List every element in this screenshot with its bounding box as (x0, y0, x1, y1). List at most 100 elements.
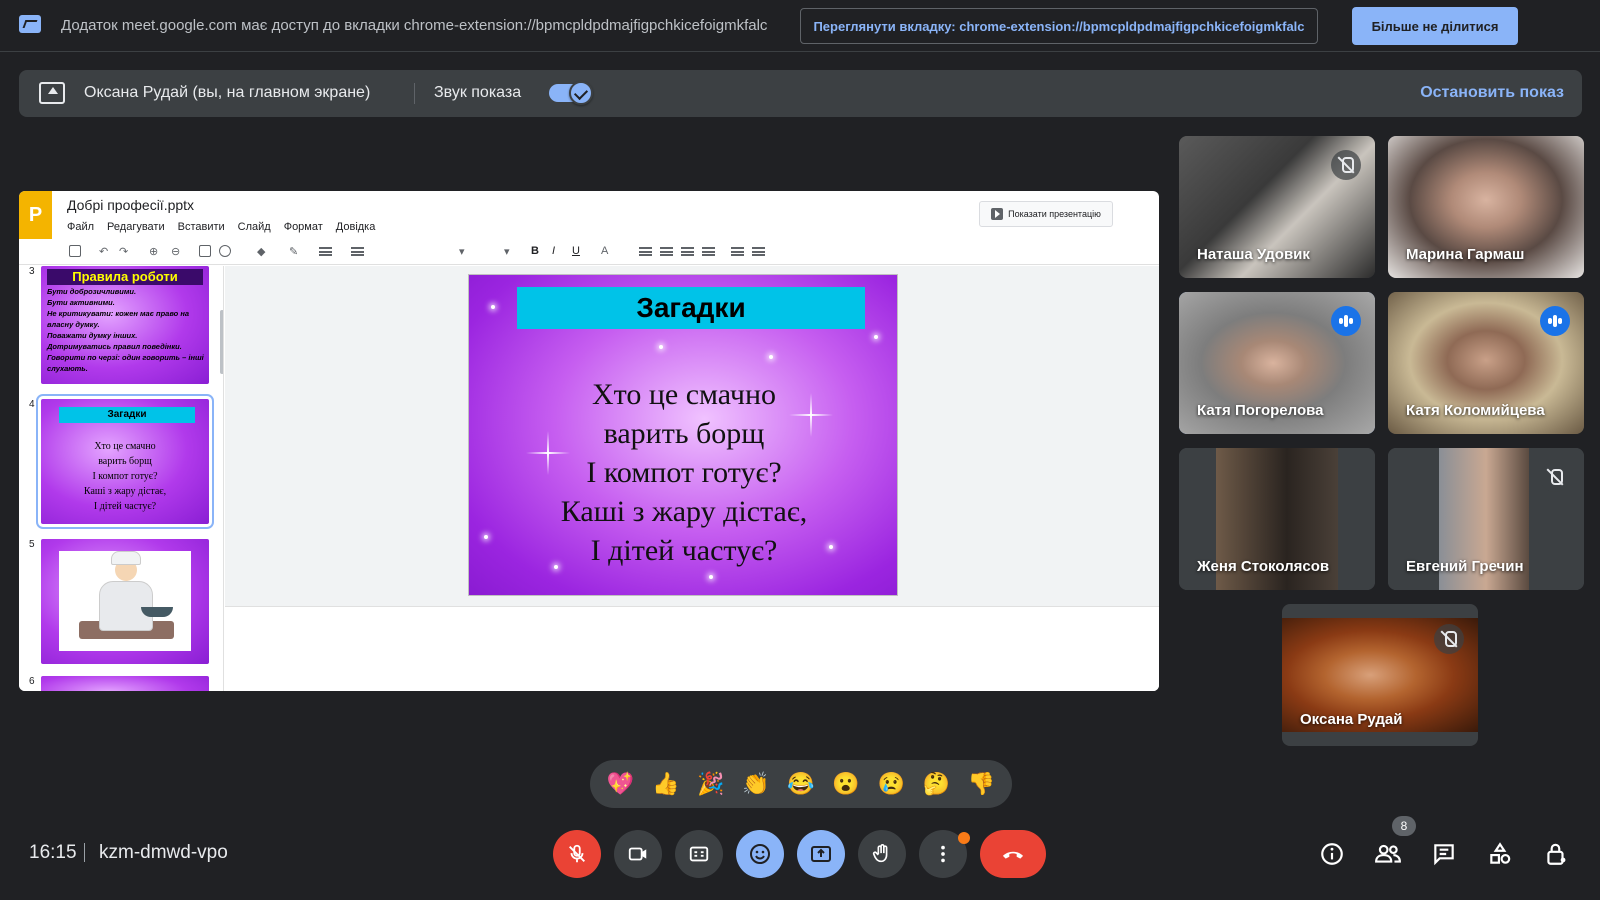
participant-tile[interactable]: Женя Стоколясов (1179, 448, 1375, 590)
speaking-indicator-icon (1331, 306, 1361, 336)
bulleted-list-icon[interactable] (752, 247, 765, 256)
participant-tile[interactable]: Наташа Удовик (1179, 136, 1375, 278)
leave-call-button[interactable] (980, 830, 1046, 878)
reaction-clap[interactable]: 👏 (739, 767, 773, 801)
reaction-party[interactable]: 🎉 (694, 767, 728, 801)
sharing-message: Додаток meet.google.com має доступ до вк… (61, 17, 768, 34)
text-color-button[interactable]: A (601, 245, 608, 257)
play-icon (991, 208, 1004, 220)
reaction-surprised[interactable]: 😮 (829, 767, 863, 801)
thumb-line: Хто це смачно (94, 441, 156, 452)
camera-icon (628, 847, 647, 861)
thumb-body: Хто це смачно варить борщ І компот готує… (41, 439, 209, 514)
font-dropdown-icon[interactable]: ▾ (459, 245, 465, 258)
speaker-notes-area[interactable] (225, 606, 1159, 691)
participant-name: Марина Гармаш (1406, 246, 1525, 263)
participant-tile[interactable]: Марина Гармаш (1388, 136, 1584, 278)
filmstrip-scrollbar[interactable] (220, 310, 223, 374)
thumb-line: Не критикувати: кожен має право на власн… (47, 309, 190, 329)
bold-button[interactable]: B (531, 245, 539, 257)
reaction-thumbs-up[interactable]: 👍 (649, 767, 683, 801)
menu-file[interactable]: Файл (67, 221, 94, 233)
document-title: Добрі професії.pptx (67, 197, 195, 213)
participant-name: Катя Погорелова (1197, 402, 1324, 419)
align-center-icon[interactable] (660, 247, 673, 256)
slide-thumbnail-6[interactable] (41, 676, 209, 691)
emoji-icon (750, 844, 770, 864)
pen-icon[interactable]: ✎ (289, 245, 298, 258)
font-size-dropdown-icon[interactable]: ▾ (504, 245, 510, 258)
slide-thumbnail-5[interactable] (41, 539, 209, 664)
people-button[interactable] (1372, 838, 1404, 870)
sparkle-dot (769, 355, 773, 359)
print-icon[interactable] (69, 245, 81, 257)
people-icon (1375, 844, 1401, 863)
fill-color-icon[interactable]: ◆ (257, 245, 265, 258)
presenting-bar: Оксана Рудай (вы, на главном экране) Зву… (19, 70, 1582, 117)
participant-tile[interactable]: Катя Погорелова (1179, 292, 1375, 434)
host-controls-button[interactable] (1540, 838, 1572, 870)
participant-tile[interactable]: Евгений Гречин (1388, 448, 1584, 590)
presentation-audio-toggle[interactable] (549, 81, 593, 105)
activities-button[interactable] (1484, 838, 1516, 870)
chef-pan (141, 607, 173, 617)
slide-thumbnail-3[interactable]: Правила роботи Бути доброзичливими. Бути… (41, 266, 209, 384)
menu-insert[interactable]: Вставити (178, 221, 225, 233)
self-participant-tile[interactable]: Оксана Рудай (1282, 604, 1478, 746)
participant-tile[interactable]: Катя Коломийцева (1388, 292, 1584, 434)
redo-icon[interactable]: ↷ (119, 245, 128, 258)
reaction-laugh[interactable]: 😂 (784, 767, 818, 801)
speaking-indicator-icon (1540, 306, 1570, 336)
italic-button[interactable]: I (552, 245, 555, 257)
chat-button[interactable] (1428, 838, 1460, 870)
slide-line: Хто це смачно (591, 378, 777, 411)
slide-thumbnail-4[interactable]: Загадки Хто це смачно варить борщ І комп… (36, 394, 214, 529)
align-justify-icon[interactable] (702, 247, 715, 256)
reaction-thinking[interactable]: 🤔 (919, 767, 953, 801)
raise-hand-button[interactable] (858, 830, 906, 878)
captions-button[interactable] (675, 830, 723, 878)
slide-filmstrip: 3 Правила роботи Бути доброзичливими. Бу… (19, 266, 224, 691)
mic-toggle-button[interactable] (553, 830, 601, 878)
zoom-in-icon[interactable]: ⊕ (149, 245, 158, 258)
thumb-line: І компот готує? (92, 471, 158, 482)
chef-image (59, 551, 191, 651)
meeting-time: 16:15 (29, 842, 77, 863)
audio-bar (1553, 315, 1557, 327)
zoom-out-icon[interactable]: ⊖ (171, 245, 180, 258)
start-slideshow-button[interactable]: Показати презентацію (979, 201, 1113, 227)
present-now-button[interactable] (797, 830, 845, 878)
line-weight-icon[interactable] (319, 247, 332, 256)
slide-title: Загадки (517, 287, 865, 329)
check-icon (569, 81, 593, 105)
presenter-label: Оксана Рудай (вы, на главном экране) (84, 84, 371, 101)
undo-icon[interactable]: ↶ (99, 245, 108, 258)
text-box-icon[interactable] (199, 245, 211, 257)
slides-logo-icon: P (19, 191, 52, 239)
numbered-list-icon[interactable] (731, 247, 744, 256)
align-left-icon[interactable] (639, 247, 652, 256)
reactions-button[interactable] (736, 830, 784, 878)
underline-button[interactable]: U (572, 245, 580, 257)
shape-icon[interactable] (219, 245, 231, 257)
stop-presenting-button[interactable]: Остановить показ (1420, 84, 1564, 102)
menu-format[interactable]: Формат (284, 221, 323, 233)
current-slide[interactable]: Загадки Хто це смачно варить борщ І комп… (468, 274, 898, 596)
sparkle-dot (874, 335, 878, 339)
camera-toggle-button[interactable] (614, 830, 662, 878)
meeting-details-button[interactable] (1316, 838, 1348, 870)
menu-bar: Файл Редагувати Вставити Слайд Формат До… (67, 221, 375, 233)
menu-help[interactable]: Довідка (336, 221, 376, 233)
align-right-icon[interactable] (681, 247, 694, 256)
menu-slide[interactable]: Слайд (238, 221, 271, 233)
slide-number: 4 (29, 399, 35, 410)
reaction-sad[interactable]: 😢 (874, 767, 908, 801)
reaction-thumbs-down[interactable]: 👎 (964, 767, 998, 801)
thumb-line: варить борщ (98, 456, 152, 467)
stop-sharing-button[interactable]: Більше не ділитися (1352, 7, 1518, 45)
reaction-heart[interactable]: 💖 (604, 767, 638, 801)
menu-edit[interactable]: Редагувати (107, 221, 165, 233)
view-tab-button[interactable]: Переглянути вкладку: chrome-extension://… (800, 8, 1318, 44)
line-dash-icon[interactable] (351, 247, 364, 256)
audio-bar (1344, 315, 1348, 327)
